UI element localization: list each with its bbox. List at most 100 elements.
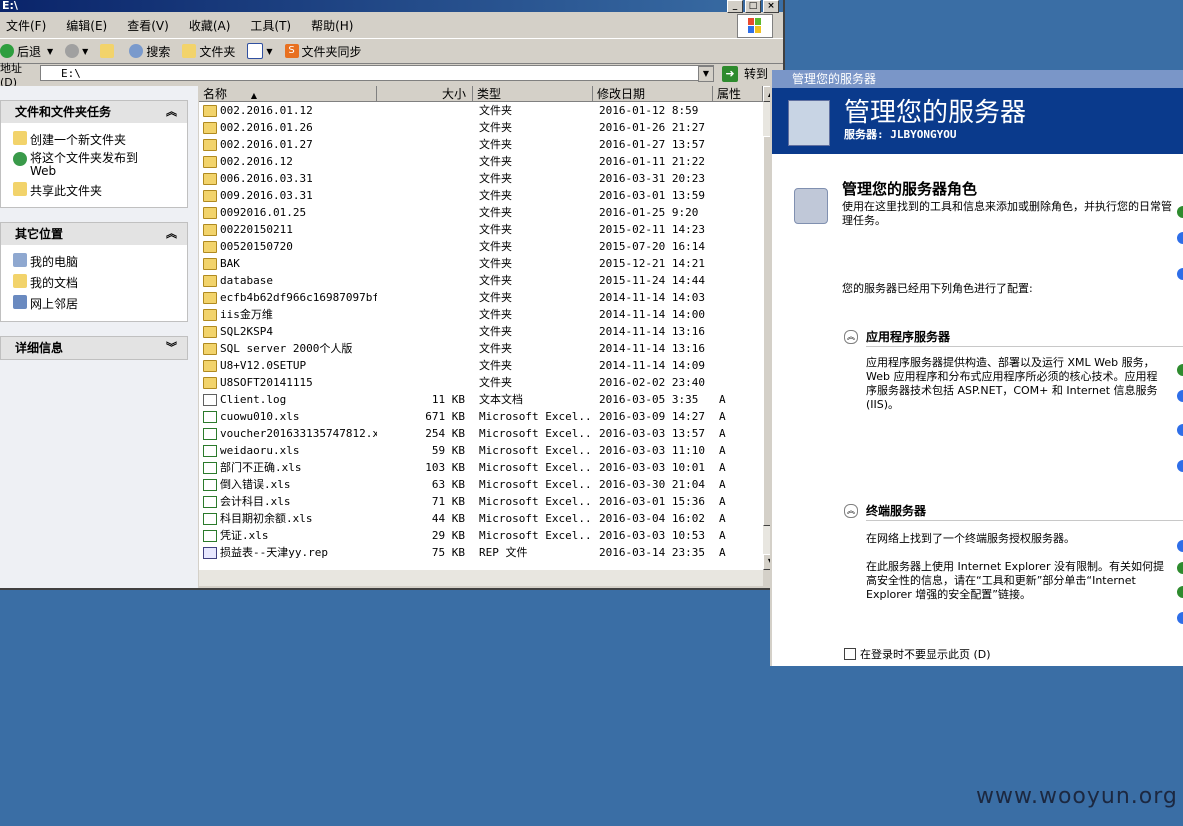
- file-row[interactable]: 部门不正确.xls 103 KB Microsoft Excel... 2016-03…: [199, 459, 763, 476]
- help-icon[interactable]: [1177, 424, 1183, 436]
- menu-view[interactable]: 查看(V): [127, 17, 169, 34]
- manage-role-icon[interactable]: [1177, 586, 1183, 598]
- column-name[interactable]: 名称 ▲: [199, 86, 377, 102]
- column-type[interactable]: 类型: [473, 86, 593, 102]
- collapse-terminal-server-icon[interactable]: ︽: [844, 504, 858, 518]
- menu-file[interactable]: 文件(F): [6, 17, 46, 34]
- add-role-icon[interactable]: [1177, 206, 1183, 218]
- file-row[interactable]: 损益表--天津yy.rep 75 KB REP 文件 2016-03-14 23:35…: [199, 544, 763, 561]
- column-size[interactable]: 大小: [377, 86, 473, 102]
- file-row[interactable]: 002.2016.12 文件夹 2016-01-11 21:22: [199, 153, 763, 170]
- file-row[interactable]: 002.2016.01.26 文件夹 2016-01-26 21:27: [199, 119, 763, 136]
- file-attributes: A: [719, 529, 726, 542]
- file-name-cell: 009.2016.03.31: [199, 187, 377, 204]
- file-row[interactable]: 002.2016.01.12 文件夹 2016-01-12 8:59: [199, 102, 763, 119]
- menu-help[interactable]: 帮助(H): [311, 17, 353, 34]
- file-attributes: [713, 119, 763, 136]
- help-icon[interactable]: [1177, 390, 1183, 402]
- details-header[interactable]: 详细信息 ︾: [1, 337, 187, 359]
- search-button[interactable]: 搜索: [129, 43, 170, 60]
- up-button[interactable]: [100, 44, 117, 58]
- file-row[interactable]: 0092016.01.25 文件夹 2016-01-25 9:20: [199, 204, 763, 221]
- close-button[interactable]: ×: [763, 0, 779, 13]
- explorer-titlebar[interactable]: E:\ _ □ ×: [0, 0, 783, 13]
- place-network[interactable]: 网上邻居: [1, 293, 187, 314]
- computer-icon: [13, 253, 27, 267]
- address-input[interactable]: E:\: [40, 65, 714, 81]
- go-arrow-icon: ➜: [722, 65, 738, 82]
- help-icon[interactable]: [1177, 612, 1183, 624]
- place-my-documents[interactable]: 我的文档: [1, 272, 187, 293]
- file-name-cell: U8SOFT20141115: [199, 374, 377, 391]
- other-places-header[interactable]: 其它位置 ︽: [1, 223, 187, 245]
- horizontal-scrollbar[interactable]: [199, 570, 763, 586]
- file-type: 文件夹: [479, 240, 512, 253]
- folders-button[interactable]: 文件夹: [182, 43, 235, 60]
- help-icon[interactable]: [1177, 540, 1183, 552]
- file-attributes: A: [719, 393, 726, 406]
- file-row[interactable]: U8+V12.0SETUP 文件夹 2014-11-14 14:09: [199, 357, 763, 374]
- file-row[interactable]: SQL server 2000个人版 文件夹 2014-11-14 13:16: [199, 340, 763, 357]
- file-row[interactable]: 006.2016.03.31 文件夹 2016-03-31 20:23: [199, 170, 763, 187]
- menu-favorites[interactable]: 收藏(A): [189, 17, 231, 34]
- file-name-cell: 00520150720: [199, 238, 377, 255]
- file-row[interactable]: 会计科目.xls 71 KB Microsoft Excel... 2016-03-0…: [199, 493, 763, 510]
- menu-bar: 文件(F) 编辑(E) 查看(V) 收藏(A) 工具(T) 帮助(H): [0, 13, 783, 37]
- file-name: 00220150211: [220, 223, 293, 236]
- file-row[interactable]: weidaoru.xls 59 KB Microsoft Excel... 2016-…: [199, 442, 763, 459]
- task-share-folder[interactable]: 共享此文件夹: [1, 180, 187, 201]
- file-row[interactable]: SQL2KSP4 文件夹 2014-11-14 13:16: [199, 323, 763, 340]
- task-new-folder[interactable]: 创建一个新文件夹: [1, 129, 187, 150]
- file-name-cell: weidaoru.xls: [199, 442, 377, 459]
- dont-show-checkbox[interactable]: 在登录时不要显示此页 (D): [844, 646, 991, 662]
- file-size: [377, 136, 473, 153]
- folder-sync-button[interactable]: S 文件夹同步: [284, 43, 362, 60]
- file-row[interactable]: 倒入错误.xls 63 KB Microsoft Excel... 2016-03-3…: [199, 476, 763, 493]
- help-icon[interactable]: [1177, 460, 1183, 472]
- collapse-app-server-icon[interactable]: ︽: [844, 330, 858, 344]
- file-size: [377, 340, 473, 357]
- column-modified[interactable]: 修改日期: [593, 86, 713, 102]
- file-row[interactable]: cuowu010.xls 671 KB Microsoft Excel... 2016…: [199, 408, 763, 425]
- manage-role-icon[interactable]: [1177, 364, 1183, 376]
- menu-tools[interactable]: 工具(T): [250, 17, 291, 34]
- manage-role-icon[interactable]: [1177, 562, 1183, 574]
- file-row[interactable]: database 文件夹 2015-11-24 14:44: [199, 272, 763, 289]
- go-button[interactable]: ➜ 转到: [722, 65, 768, 82]
- file-row[interactable]: 凭证.xls 29 KB Microsoft Excel... 2016-03-03 …: [199, 527, 763, 544]
- forward-button[interactable]: ▼: [65, 44, 88, 58]
- file-row[interactable]: 科目期初余额.xls 44 KB Microsoft Excel... 2016-03…: [199, 510, 763, 527]
- task-publish-web[interactable]: 将这个文件夹发布到 Web: [1, 150, 187, 180]
- file-size: [377, 289, 473, 306]
- file-row[interactable]: voucher201633135747812.xls 254 KB Microsof…: [199, 425, 763, 442]
- file-row[interactable]: 00520150720 文件夹 2015-07-20 16:14: [199, 238, 763, 255]
- folder-icon: [203, 104, 217, 117]
- back-button[interactable]: 后退 ▼: [0, 43, 53, 60]
- server-titlebar[interactable]: 管理您的服务器: [772, 70, 1183, 88]
- help-icon[interactable]: [1177, 232, 1183, 244]
- file-row[interactable]: 009.2016.03.31 文件夹 2016-03-01 13:59: [199, 187, 763, 204]
- minimize-button[interactable]: _: [727, 0, 743, 13]
- file-row[interactable]: iis金万维 文件夹 2014-11-14 14:00: [199, 306, 763, 323]
- file-row[interactable]: BAK 文件夹 2015-12-21 14:21: [199, 255, 763, 272]
- file-tasks-header[interactable]: 文件和文件夹任务 ︽: [1, 101, 187, 123]
- views-button[interactable]: ▼: [247, 43, 273, 59]
- place-label: 我的文档: [30, 276, 79, 290]
- checkbox-box[interactable]: [844, 648, 856, 660]
- file-row[interactable]: ecfb4b62df966c16987097bf85 文件夹 2014-11-14 …: [199, 289, 763, 306]
- maximize-button[interactable]: □: [745, 0, 761, 13]
- address-value: E:\: [61, 67, 81, 80]
- file-row[interactable]: 002.2016.01.27 文件夹 2016-01-27 13:57: [199, 136, 763, 153]
- file-attributes: [713, 136, 763, 153]
- file-name-cell: 002.2016.01.12: [199, 102, 377, 119]
- file-row[interactable]: Client.log 11 KB 文本文档 2016-03-05 3:35 A: [199, 391, 763, 408]
- column-attributes[interactable]: 属性: [713, 86, 763, 102]
- file-type: 文件夹: [479, 257, 512, 270]
- place-my-computer[interactable]: 我的电脑: [1, 251, 187, 272]
- file-row[interactable]: 00220150211 文件夹 2015-02-11 14:23: [199, 221, 763, 238]
- address-dropdown-button[interactable]: ▼: [698, 66, 714, 82]
- file-row[interactable]: U8SOFT20141115 文件夹 2016-02-02 23:40: [199, 374, 763, 391]
- menu-edit[interactable]: 编辑(E): [66, 17, 107, 34]
- help-icon[interactable]: [1177, 268, 1183, 280]
- text-icon: [203, 393, 217, 406]
